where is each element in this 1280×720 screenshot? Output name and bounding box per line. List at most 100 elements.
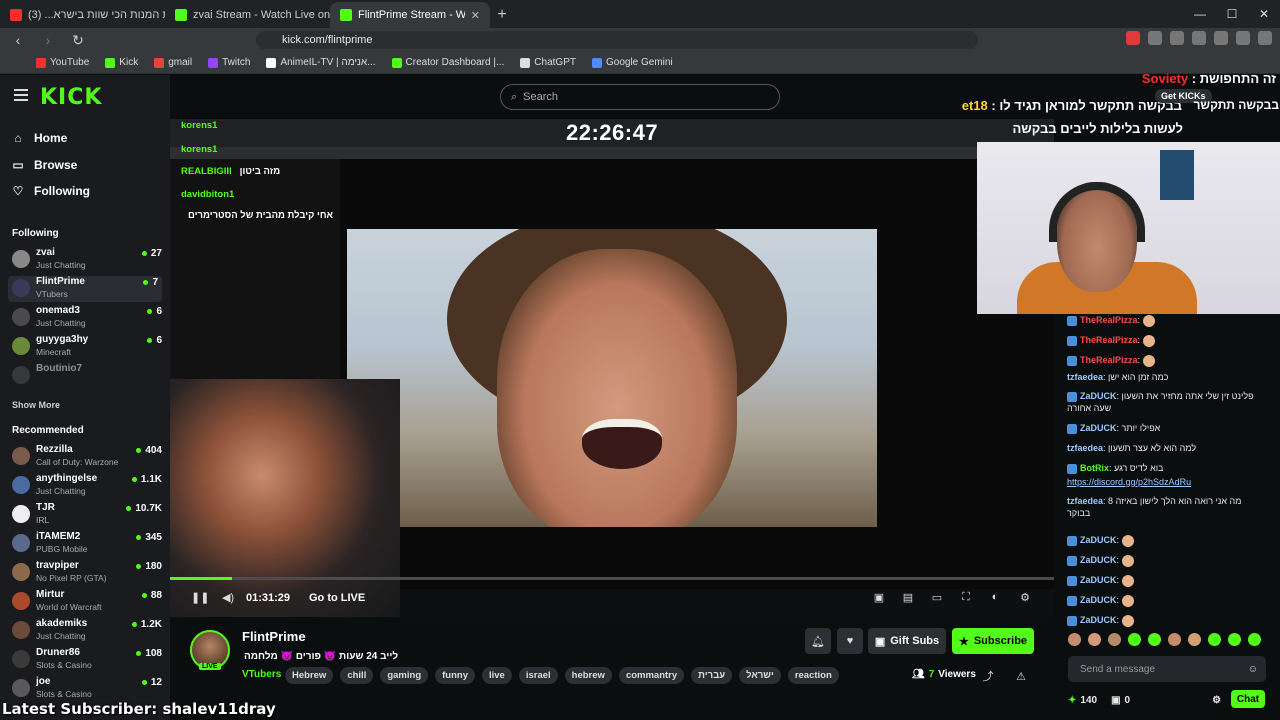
chat-username[interactable]: BotRix bbox=[1080, 463, 1109, 473]
close-window-button[interactable]: ✕ bbox=[1248, 0, 1280, 28]
follow-heart-button[interactable]: ♥ bbox=[837, 628, 863, 654]
chat-send-button[interactable]: Chat bbox=[1231, 690, 1265, 708]
emote-icon[interactable] bbox=[1108, 633, 1121, 646]
chat-username[interactable]: tzfaedea bbox=[1067, 443, 1103, 453]
stream-tag[interactable]: hebrew bbox=[564, 667, 612, 684]
chat-username[interactable]: ZaDUCK bbox=[1080, 391, 1117, 401]
report-icon[interactable]: ⚠ bbox=[1011, 666, 1031, 686]
sidebar-channel[interactable]: TJR IRL 10.7K bbox=[12, 502, 162, 528]
stream-tag[interactable]: live bbox=[481, 667, 512, 684]
theater-icon[interactable]: ▭ bbox=[930, 591, 944, 605]
chat-username[interactable]: ZaDUCK bbox=[1080, 575, 1117, 585]
subscribe-button[interactable]: ★ Subscribe bbox=[952, 628, 1034, 654]
chat-username[interactable]: tzfaedea bbox=[1067, 372, 1103, 382]
bookmark-chatgpt[interactable]: ChatGPT bbox=[520, 57, 576, 68]
stream-tag[interactable]: עברית bbox=[691, 667, 733, 684]
stream-tag[interactable]: chill bbox=[340, 667, 374, 684]
browser-tab-active[interactable]: FlintPrime Stream - Watch Live✕ bbox=[330, 2, 490, 28]
chat-username[interactable]: TheRealPizza bbox=[1080, 315, 1138, 325]
extension-icon[interactable] bbox=[1170, 31, 1184, 45]
sidebar-channel[interactable]: joe Slots & Casino 12 bbox=[12, 676, 162, 702]
wallet-icon[interactable] bbox=[1236, 31, 1250, 45]
hamburger-menu-icon[interactable] bbox=[14, 89, 28, 104]
emote-icon[interactable] bbox=[1188, 633, 1201, 646]
notification-bell-button[interactable]: 🔔︎ bbox=[805, 628, 831, 654]
chat-input[interactable]: Send a message ☺ bbox=[1068, 656, 1266, 682]
sidebar-channel[interactable]: FlintPrime VTubers 7 bbox=[8, 276, 162, 302]
chat-username[interactable]: ZaDUCK bbox=[1080, 535, 1117, 545]
sidebar-channel[interactable]: Rezzilla Call of Duty: Warzone 404 bbox=[12, 444, 162, 470]
emote-icon[interactable] bbox=[1248, 633, 1261, 646]
emote-icon[interactable] bbox=[1068, 633, 1081, 646]
sidebar-channel[interactable]: Druner86 Slots & Casino 108 bbox=[12, 647, 162, 673]
menu-icon[interactable] bbox=[1258, 31, 1272, 45]
chat-username[interactable]: TheRealPizza bbox=[1080, 335, 1138, 345]
fullscreen-icon[interactable]: ⛶ bbox=[959, 591, 973, 605]
stream-tag[interactable]: commantry bbox=[618, 667, 685, 684]
minimize-button[interactable]: — bbox=[1184, 0, 1216, 28]
seek-bar[interactable] bbox=[170, 577, 1054, 580]
bookmark-kick[interactable]: Kick bbox=[105, 57, 138, 68]
share-icon[interactable]: ⤴ bbox=[978, 666, 998, 686]
nav-browse[interactable]: ▭ Browse bbox=[12, 158, 77, 172]
stream-tag[interactable]: funny bbox=[435, 667, 475, 684]
bookmark-gemini[interactable]: Google Gemini bbox=[591, 57, 673, 68]
search-input[interactable]: ⌕ Search bbox=[500, 84, 780, 110]
bookmark-animeil[interactable]: AnimeIL-TV | אנימה... bbox=[266, 57, 376, 68]
sidebar-channel[interactable]: Boutinio7 bbox=[12, 363, 162, 389]
kick-logo[interactable]: KICK bbox=[40, 85, 102, 110]
nav-following[interactable]: ♡ Following bbox=[12, 184, 90, 198]
stream-tag[interactable]: Hebrew bbox=[285, 667, 334, 684]
puzzle-icon[interactable] bbox=[1148, 31, 1162, 45]
go-to-live-button[interactable]: Go to LIVE bbox=[309, 592, 365, 604]
streamer-name[interactable]: FlintPrime bbox=[242, 629, 306, 644]
bookmark-twitch[interactable]: Twitch bbox=[208, 57, 250, 68]
emote-icon[interactable] bbox=[1128, 633, 1141, 646]
chat-username[interactable]: ZaDUCK bbox=[1080, 595, 1117, 605]
emoji-icon[interactable]: ☺ bbox=[1248, 664, 1258, 675]
pip-icon[interactable]: ◐ bbox=[988, 591, 1002, 605]
new-tab-button[interactable]: + bbox=[490, 2, 514, 28]
clip-icon[interactable]: ▣ bbox=[872, 591, 886, 605]
stream-tag[interactable]: israel bbox=[518, 667, 558, 684]
close-tab-icon[interactable]: ✕ bbox=[471, 9, 480, 22]
bookmark-creator-dashboard[interactable]: Creator Dashboard |... bbox=[391, 57, 504, 68]
back-icon[interactable]: ‹ bbox=[8, 32, 28, 48]
gift-subs-button[interactable]: ▣ Gift Subs bbox=[868, 628, 946, 654]
sidebar-channel[interactable]: travpiper No Pixel RP (GTA) 180 bbox=[12, 560, 162, 586]
emote-icon[interactable] bbox=[1228, 633, 1241, 646]
sidebar-channel[interactable]: iTAMEM2 PUBG Mobile 345 bbox=[12, 531, 162, 557]
address-bar[interactable]: kick.com/flintprime bbox=[256, 31, 978, 49]
show-more-button[interactable]: Show More bbox=[12, 400, 60, 410]
maximize-button[interactable]: ☐ bbox=[1216, 0, 1248, 28]
bookmark-gmail[interactable]: gmail bbox=[154, 57, 192, 68]
sidebar-channel[interactable]: Mirtur World of Warcraft 88 bbox=[12, 589, 162, 615]
browser-tab[interactable]: בדקתי את המנות הכי שוות בישרא... (3) bbox=[0, 2, 165, 28]
sidebar-channel[interactable]: guyyga3hy Minecraft 6 bbox=[12, 334, 162, 360]
settings-icon[interactable]: ⚙ bbox=[1018, 591, 1032, 605]
volume-icon[interactable]: ◀) bbox=[221, 591, 235, 605]
music-icon[interactable] bbox=[1192, 31, 1206, 45]
emote-icon[interactable] bbox=[1088, 633, 1101, 646]
chat-username[interactable]: TheRealPizza bbox=[1080, 355, 1138, 365]
sidebar-channel[interactable]: anythingelse Just Chatting 1.1K bbox=[12, 473, 162, 499]
emote-icon[interactable] bbox=[1208, 633, 1221, 646]
chat-username[interactable]: ZaDUCK bbox=[1080, 555, 1117, 565]
stream-tag[interactable]: ישראל bbox=[739, 667, 781, 684]
bookmark-youtube[interactable]: YouTube bbox=[36, 57, 89, 68]
stream-category[interactable]: VTubers bbox=[242, 669, 281, 680]
emote-icon[interactable] bbox=[1148, 633, 1161, 646]
stream-tag[interactable]: gaming bbox=[380, 667, 429, 684]
cast-icon[interactable]: ▤ bbox=[901, 591, 915, 605]
reload-icon[interactable]: ↻ bbox=[68, 32, 88, 49]
sidebar-channel[interactable]: zvai Just Chatting 27 bbox=[12, 247, 162, 273]
sidebar-channel[interactable]: onemad3 Just Chatting 6 bbox=[12, 305, 162, 331]
nav-home[interactable]: ⌂ Home bbox=[12, 131, 67, 145]
chat-settings-icon[interactable]: ⚙ bbox=[1212, 695, 1221, 706]
video-player[interactable] bbox=[170, 119, 1054, 617]
chat-username[interactable]: ZaDUCK bbox=[1080, 615, 1117, 625]
emote-icon[interactable] bbox=[1168, 633, 1181, 646]
chat-username[interactable]: tzfaedea bbox=[1067, 496, 1103, 506]
sidebar-channel[interactable]: akademiks Just Chatting 1.2K bbox=[12, 618, 162, 644]
extension-icon[interactable] bbox=[1126, 31, 1140, 45]
